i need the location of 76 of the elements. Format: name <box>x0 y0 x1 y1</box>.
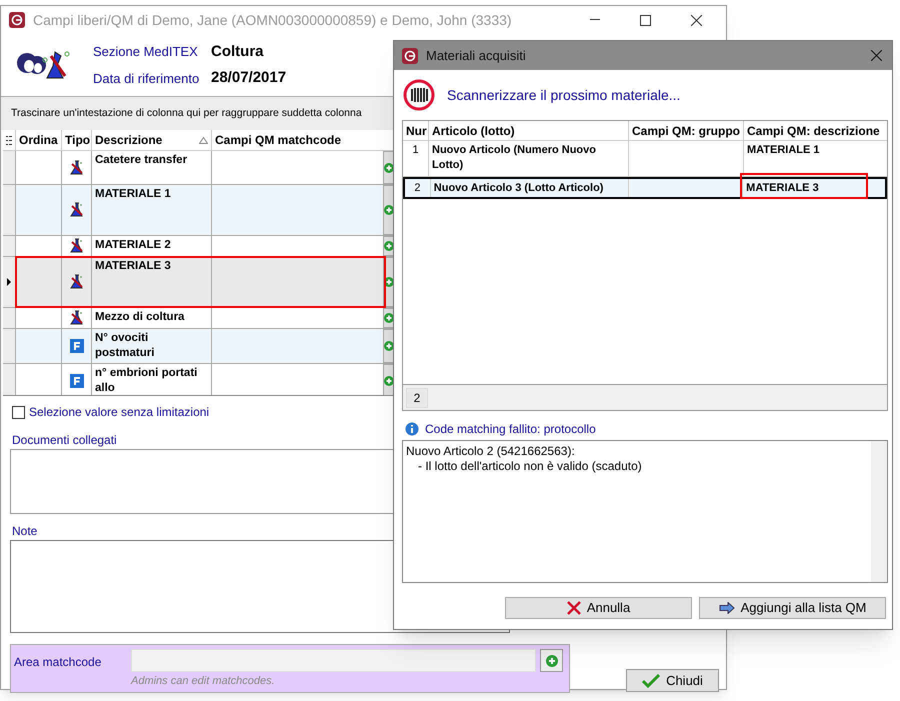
flask-icon <box>68 274 84 290</box>
dialog-button[interactable]: Aggiungi alla lista QM <box>699 597 886 619</box>
hint-text: Admins can edit matchcodes. <box>131 674 276 689</box>
table-cell: MATERIALE 3 <box>746 182 819 194</box>
log-title: Code matching fallito: protocollo <box>425 421 596 438</box>
table-row[interactable]: N° ovociti postmaturi <box>3 329 396 364</box>
dialog-button[interactable]: Annulla <box>505 597 692 619</box>
checkmark-icon <box>642 674 660 688</box>
table-row[interactable]: 1 Nuovo Articolo (Numero Nuovo Lotto) MATERIALE 1 <box>403 141 887 177</box>
close-icon[interactable] <box>691 14 702 26</box>
info-icon <box>405 422 419 436</box>
column-header[interactable]: Ordina <box>15 130 61 150</box>
log-line: Nuovo Articolo 2 (5421662563): <box>406 444 576 459</box>
flask-icon <box>68 160 84 176</box>
group-by-hint: Trascinare un'intestazione di colonna qui per raggruppare suddetta colonna <box>11 106 362 121</box>
table-cell: MATERIALE 1 <box>747 144 820 156</box>
header-value: 28/07/2017 <box>211 68 286 88</box>
table-row[interactable]: MATERIALE 3 <box>3 257 396 308</box>
scan-prompt: Scannerizzare il prossimo materiale... <box>447 86 680 105</box>
table-cell-text: MATERIALE 3 <box>95 259 172 274</box>
app-logo-icon <box>9 12 25 28</box>
column-header[interactable]: Articolo (lotto) <box>428 121 628 140</box>
table-row[interactable]: Catetere transfer <box>3 151 396 185</box>
column-header[interactable]: Campi QM matchcode <box>211 130 383 150</box>
checkbox-label: Selezione valore senza limitazioni <box>29 404 210 421</box>
checkbox[interactable] <box>12 406 25 418</box>
add-button[interactable] <box>540 649 563 672</box>
window-title: Campi liberi/QM di Demo, Jane (AOMN003000000859) e Demo, John (3333) <box>33 10 512 30</box>
row-number: 1 <box>412 144 419 156</box>
row-count: 2 <box>406 388 428 408</box>
flask-icon <box>68 238 84 254</box>
dialog-title: Materiali acquisiti <box>426 46 526 65</box>
field-label: Documenti collegati <box>12 432 118 449</box>
field-label: Area matchcode <box>14 654 102 671</box>
column-header[interactable]: Tipo <box>61 130 91 150</box>
table-cell-text: Mezzo di coltura <box>95 310 186 325</box>
log-field[interactable]: Nuovo Articolo 2 (5421662563): - Il lotto dell'articolo non è valido (scaduto) <box>402 440 888 583</box>
cross-icon <box>566 601 581 615</box>
scrollbar[interactable] <box>871 441 887 582</box>
add-icon <box>546 654 558 666</box>
table-cell-text: Nuovo Articolo (Numero Nuovo Lotto) <box>432 143 597 173</box>
barcode-scanner-icon <box>403 79 435 111</box>
log-line: - Il lotto dell'articolo non è valido (scaduto) <box>417 459 643 474</box>
row-number: 2 <box>414 182 420 194</box>
close-icon[interactable] <box>871 50 882 61</box>
table-cell-text: N° ovociti postmaturi <box>95 331 156 361</box>
flask-icon <box>68 202 84 218</box>
table-cell-text: n° embrioni portati allo <box>95 366 198 395</box>
table-row[interactable]: Mezzo di coltura <box>3 308 396 329</box>
form-field-icon <box>70 374 84 388</box>
close-button[interactable]: Chiudi <box>626 669 719 692</box>
table-row[interactable]: n° embrioni portati allo <box>3 364 396 395</box>
flask-icon <box>68 310 84 326</box>
column-chooser-icon[interactable] <box>6 136 12 145</box>
table-row[interactable]: MATERIALE 2 <box>3 236 396 257</box>
arrow-right-icon <box>718 602 735 614</box>
header-value: Coltura <box>211 42 264 62</box>
column-header[interactable]: Campi QM: descrizione <box>743 121 887 140</box>
table-cell-text: Nuovo Articolo 3 (Lotto Articolo) <box>434 181 604 196</box>
current-row-icon <box>7 278 11 286</box>
table-cell-text: Catetere transfer <box>95 153 188 168</box>
table-row[interactable]: MATERIALE 1 <box>3 185 396 236</box>
app-logo-icon <box>402 48 418 64</box>
column-header[interactable]: Campi QM: gruppo <box>628 121 743 140</box>
minimize-icon[interactable] <box>590 19 600 21</box>
matchcode-field[interactable] <box>131 649 536 672</box>
sort-icon <box>199 136 208 144</box>
column-header[interactable]: Nur <box>403 121 428 140</box>
form-field-icon <box>70 339 84 353</box>
column-header[interactable]: Descrizione <box>91 130 211 150</box>
field-label: Note <box>12 523 38 540</box>
header-label: Data di riferimento <box>93 70 200 88</box>
table-cell-text: MATERIALE 2 <box>95 238 172 253</box>
maximize-icon[interactable] <box>640 14 651 26</box>
table-cell-text: MATERIALE 1 <box>95 187 172 202</box>
header-label: Sezione MedITEX <box>93 43 199 61</box>
